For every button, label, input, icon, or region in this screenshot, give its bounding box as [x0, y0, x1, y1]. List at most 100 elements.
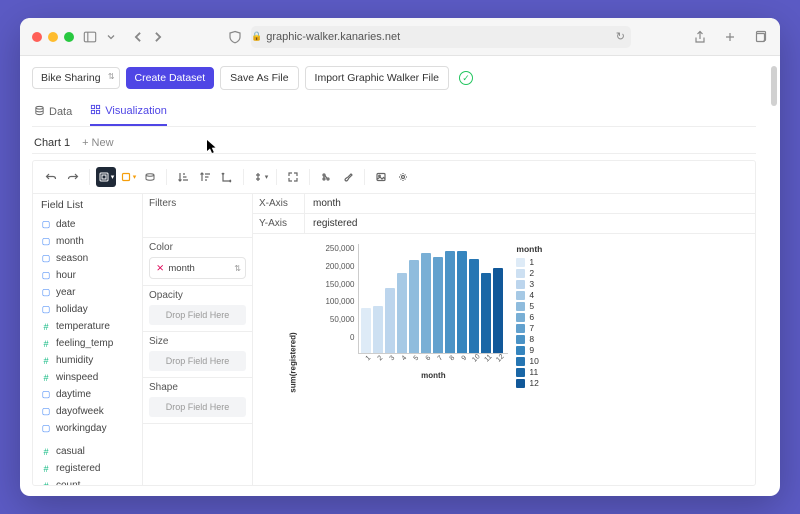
add-chart-tab[interactable]: + New — [82, 137, 114, 149]
chart-area: sum(registered) 250,000200,000150,000100… — [253, 234, 755, 485]
scrollbar[interactable] — [768, 56, 780, 496]
back-button[interactable] — [130, 29, 146, 45]
field-daytime[interactable]: ▢daytime — [33, 386, 142, 403]
layout-button[interactable] — [250, 167, 270, 187]
field-temperature[interactable]: #temperature — [33, 318, 142, 335]
field-dayofweek[interactable]: ▢dayofweek — [33, 403, 142, 420]
legend-swatch — [516, 280, 525, 289]
field-registered[interactable]: #registered — [33, 460, 142, 477]
app-toolbar: Bike Sharing Create Dataset Save As File… — [32, 66, 756, 90]
tabs-icon[interactable] — [752, 29, 768, 45]
bar-11 — [481, 273, 491, 353]
date-icon: ▢ — [41, 236, 51, 247]
share-icon[interactable] — [692, 29, 708, 45]
legend-item-4: 4 — [516, 290, 542, 300]
field-workingday[interactable]: ▢workingday — [33, 420, 142, 437]
legend-item-11: 11 — [516, 367, 542, 377]
shape-drop[interactable]: Drop Field Here — [149, 397, 246, 417]
shield-icon[interactable] — [227, 29, 243, 45]
field-month[interactable]: ▢month — [33, 233, 142, 250]
bar-9 — [457, 251, 467, 353]
opacity-drop[interactable]: Drop Field Here — [149, 305, 246, 325]
x-axis-title: month — [358, 371, 508, 380]
mark-type-button[interactable] — [96, 167, 116, 187]
field-holiday[interactable]: ▢holiday — [33, 301, 142, 318]
legend-swatch — [516, 346, 525, 355]
transpose-button[interactable] — [140, 167, 160, 187]
field-feeling_temp[interactable]: #feeling_temp — [33, 335, 142, 352]
brush-button[interactable] — [338, 167, 358, 187]
axes-button[interactable] — [217, 167, 237, 187]
legend: month 123456789101112 — [516, 244, 542, 481]
bar-chart — [358, 244, 508, 354]
bar-2 — [373, 306, 383, 353]
x-axis-ticks: 123456789101112 — [358, 356, 508, 363]
tab-data[interactable]: Data — [34, 104, 72, 126]
dataset-select[interactable]: Bike Sharing — [32, 67, 120, 89]
legend-item-8: 8 — [516, 334, 542, 344]
bar-5 — [409, 260, 419, 353]
chart-tabs: Chart 1 + New — [32, 133, 756, 154]
sort-asc-button[interactable] — [173, 167, 193, 187]
num-icon: # — [41, 373, 51, 383]
legend-swatch — [516, 335, 525, 344]
field-season[interactable]: ▢season — [33, 250, 142, 267]
settings-button[interactable] — [393, 167, 413, 187]
export-button[interactable] — [316, 167, 336, 187]
legend-title: month — [516, 244, 542, 254]
minimize-window-icon[interactable] — [48, 32, 58, 42]
undo-button[interactable] — [41, 167, 61, 187]
num-icon: # — [41, 481, 51, 486]
url-bar[interactable]: 🔒 graphic-walker.kanaries.net ↻ — [251, 26, 631, 48]
field-casual[interactable]: #casual — [33, 443, 142, 460]
legend-item-10: 10 — [516, 356, 542, 366]
legend-item-6: 6 — [516, 312, 542, 322]
app-main: Bike Sharing Create Dataset Save As File… — [20, 56, 768, 496]
field-winspeed[interactable]: #winspeed — [33, 369, 142, 386]
chevron-down-icon[interactable] — [106, 29, 116, 45]
remove-icon[interactable]: ⨯ — [156, 263, 164, 274]
redo-button[interactable] — [63, 167, 83, 187]
field-year[interactable]: ▢year — [33, 284, 142, 301]
image-button[interactable] — [371, 167, 391, 187]
canvas-panel: X-Axis month Y-Axis registered sum(regis… — [253, 194, 755, 485]
close-window-icon[interactable] — [32, 32, 42, 42]
legend-swatch — [516, 379, 525, 388]
filters-label: Filters — [149, 198, 246, 209]
lock-icon: 🔒 — [251, 31, 262, 42]
new-tab-icon[interactable] — [722, 29, 738, 45]
stack-button[interactable] — [118, 167, 138, 187]
import-file-button[interactable]: Import Graphic Walker File — [305, 66, 449, 90]
encodings-panel: Filters Color ⨯ month Opacity Drop Field… — [143, 194, 253, 485]
titlebar: 🔒 graphic-walker.kanaries.net ↻ — [20, 18, 780, 56]
sort-desc-button[interactable] — [195, 167, 215, 187]
legend-swatch — [516, 269, 525, 278]
window-controls[interactable] — [32, 32, 74, 42]
y-axis-title: sum(registered) — [289, 332, 298, 392]
field-humidity[interactable]: #humidity — [33, 352, 142, 369]
create-dataset-button[interactable]: Create Dataset — [126, 67, 215, 89]
maximize-window-icon[interactable] — [64, 32, 74, 42]
size-drop[interactable]: Drop Field Here — [149, 351, 246, 371]
refresh-icon[interactable]: ↻ — [616, 30, 625, 43]
sidebar-toggle-icon[interactable] — [82, 29, 98, 45]
size-label: Size — [149, 336, 246, 347]
save-as-file-button[interactable]: Save As File — [220, 66, 298, 90]
tab-visualization[interactable]: Visualization — [90, 104, 167, 126]
field-count[interactable]: #count — [33, 477, 142, 485]
field-hour[interactable]: ▢hour — [33, 267, 142, 284]
field-date[interactable]: ▢date — [33, 216, 142, 233]
chart-tab-1[interactable]: Chart 1 — [34, 137, 70, 149]
num-icon: # — [41, 356, 51, 366]
resize-button[interactable] — [283, 167, 303, 187]
bar-10 — [469, 259, 479, 353]
color-field-pill[interactable]: ⨯ month — [149, 257, 246, 279]
opacity-label: Opacity — [149, 290, 246, 301]
y-axis-row[interactable]: Y-Axis registered — [253, 214, 755, 234]
legend-item-7: 7 — [516, 323, 542, 333]
x-axis-row[interactable]: X-Axis month — [253, 194, 755, 214]
scrollbar-thumb[interactable] — [771, 66, 777, 106]
legend-swatch — [516, 313, 525, 322]
bar-12 — [493, 268, 503, 353]
forward-button[interactable] — [150, 29, 166, 45]
